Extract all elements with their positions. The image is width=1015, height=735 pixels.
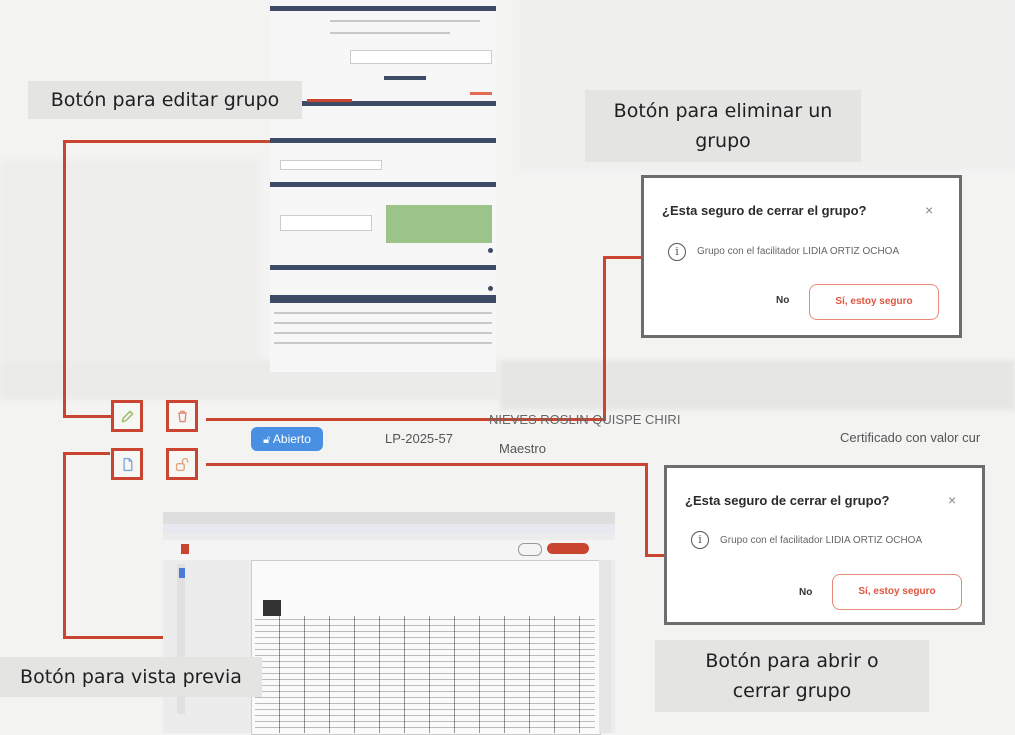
status-label: Abierto xyxy=(272,432,311,446)
trash-icon xyxy=(177,410,187,422)
toggle-callout-line-2: cerrar grupo xyxy=(732,680,852,702)
no-button[interactable]: No xyxy=(776,295,789,306)
delete-callout-line-2: grupo xyxy=(695,130,751,152)
group-code: LP-2025-57 xyxy=(385,431,453,446)
preview-leader-line xyxy=(63,636,163,639)
preview-leader-line xyxy=(63,452,110,455)
close-group-dialog: ¿Esta seguro de cerrar el grupo? × i Gru… xyxy=(664,465,985,625)
info-icon: i xyxy=(668,243,686,261)
dialog-title: ¿Esta seguro de cerrar el grupo? xyxy=(685,493,890,508)
preview-group-button[interactable] xyxy=(111,448,143,480)
delete-leader-line xyxy=(603,256,641,259)
preview-callout-label: Botón para vista previa xyxy=(0,657,262,697)
toggle-callout-label: Botón para abrir o cerrar grupo xyxy=(655,640,929,712)
lock-open-icon xyxy=(175,457,188,471)
form-screenshot-thumbnail xyxy=(270,0,496,372)
preview-leader-line xyxy=(63,452,66,639)
edit-callout-label: Botón para editar grupo xyxy=(28,81,302,119)
close-icon[interactable]: × xyxy=(948,492,956,508)
facilitator-name: NIEVES ROSLIN QUISPE CHIRI xyxy=(489,412,681,427)
lock-open-icon: 🔓︎ xyxy=(263,434,271,446)
pdf-preview-screenshot-thumbnail xyxy=(163,512,615,735)
no-button[interactable]: No xyxy=(799,587,812,598)
toggle-callout-line-1: Botón para abrir o xyxy=(705,650,879,672)
certificate-text: Certificado con valor cur xyxy=(840,430,981,445)
facilitator-role: Maestro xyxy=(499,441,546,456)
delete-callout-label: Botón para eliminar un grupo xyxy=(585,90,861,162)
confirm-yes-button[interactable]: Sí, estoy seguro xyxy=(809,284,939,320)
group-status-badge[interactable]: 🔓︎ Abierto xyxy=(251,427,323,451)
pencil-icon xyxy=(121,410,133,422)
close-group-dialog: ¿Esta seguro de cerrar el grupo? × i Gru… xyxy=(641,175,962,338)
toggle-leader-line xyxy=(645,463,648,557)
dialog-message: Grupo con el facilitador LIDIA ORTIZ OCH… xyxy=(697,246,900,257)
delete-group-button[interactable] xyxy=(166,400,198,432)
edit-leader-line xyxy=(63,140,270,143)
toggle-leader-line xyxy=(206,463,648,466)
edit-group-button[interactable] xyxy=(111,400,143,432)
dialog-message: Grupo con el facilitador LIDIA ORTIZ OCH… xyxy=(720,535,923,546)
toggle-leader-line xyxy=(645,554,665,557)
edit-leader-line xyxy=(307,99,352,102)
delete-leader-line xyxy=(603,256,606,421)
info-icon: i xyxy=(691,531,709,549)
toggle-group-button[interactable] xyxy=(166,448,198,480)
close-icon[interactable]: × xyxy=(925,202,933,218)
confirm-yes-button[interactable]: Sí, estoy seguro xyxy=(832,574,962,610)
edit-leader-line xyxy=(63,415,113,418)
dialog-title: ¿Esta seguro de cerrar el grupo? xyxy=(662,203,867,218)
document-icon xyxy=(122,457,132,471)
delete-callout-line-1: Botón para eliminar un xyxy=(613,100,833,122)
edit-leader-line xyxy=(63,140,66,418)
